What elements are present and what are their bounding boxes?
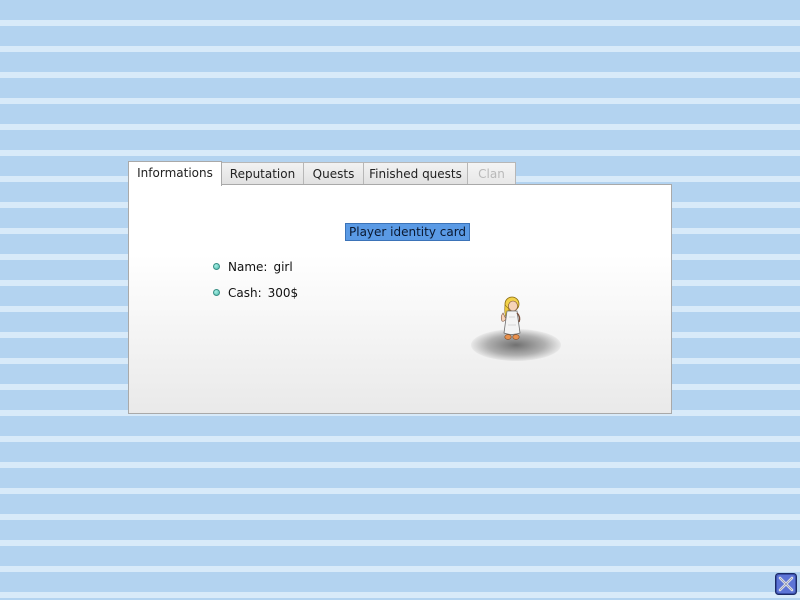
player-avatar xyxy=(469,295,569,365)
player-identity-card-title: Player identity card xyxy=(345,223,471,241)
cash-row: Cash: 300$ xyxy=(213,285,298,301)
name-label: Name: xyxy=(228,260,268,274)
bullet-icon xyxy=(213,289,220,296)
name-row: Name: girl xyxy=(213,259,293,275)
player-sprite-icon xyxy=(500,296,521,340)
tab-informations[interactable]: Informations xyxy=(128,161,222,186)
cash-label: Cash: xyxy=(228,286,262,300)
player-info-window: Informations Reputation Quests Finished … xyxy=(128,161,672,414)
tab-quests[interactable]: Quests xyxy=(303,162,364,184)
tab-clan: Clan xyxy=(467,162,516,184)
informations-panel: Player identity card Name: girl Cash: 300$ xyxy=(128,184,672,414)
tab-reputation[interactable]: Reputation xyxy=(221,162,304,184)
bullet-icon xyxy=(213,263,220,270)
tab-bar: Informations Reputation Quests Finished … xyxy=(128,161,672,186)
cash-value: 300$ xyxy=(267,286,299,300)
name-value: girl xyxy=(273,260,293,274)
tab-finished-quests[interactable]: Finished quests xyxy=(363,162,468,184)
close-crossed-swords-icon[interactable] xyxy=(775,573,797,595)
